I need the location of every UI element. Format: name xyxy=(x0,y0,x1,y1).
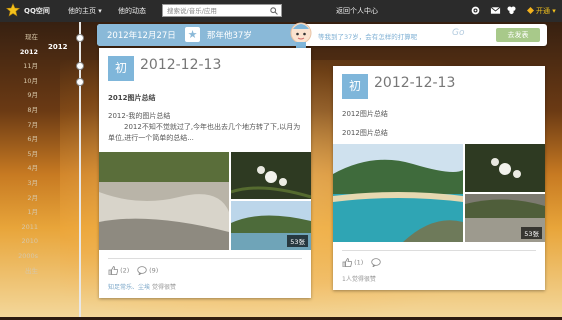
banner-date-block: 2012年12月27日 ★ 那年他37岁 xyxy=(97,24,301,46)
post-button[interactable]: 去发表 xyxy=(496,28,540,42)
baby-mascot-icon xyxy=(290,22,312,49)
banner-go-link[interactable]: Go xyxy=(452,28,464,38)
search-input[interactable]: 搜索说/音乐/应用 xyxy=(162,4,282,17)
timeline-year-item[interactable]: 7月 xyxy=(0,118,38,133)
clover-icon[interactable] xyxy=(506,5,517,16)
banner-date: 2012年12月27日 xyxy=(107,31,176,41)
back-to-personal-center-link[interactable]: 返回个人中心 xyxy=(336,6,378,16)
timeline-year-item[interactable]: 出生 xyxy=(0,264,38,279)
comment-icon xyxy=(371,258,381,268)
banner-wish-text[interactable]: 等我到了37岁，会有怎样的打算呢 xyxy=(318,31,417,41)
timeline-dot xyxy=(76,62,84,70)
likers-suffix: 觉得很赞 xyxy=(151,284,176,291)
avatar[interactable]: 初 xyxy=(342,74,368,99)
timeline-year-item[interactable]: 8月 xyxy=(0,103,38,118)
year-navigator: 现在 2012 11月 10月 9月 8月 7月 6月 5月 4月 3月 2月 1月 2011 2010 20… xyxy=(0,30,38,278)
comment-action[interactable] xyxy=(371,258,381,268)
timeline-current-year: 2012 xyxy=(48,43,68,51)
timeline-year-item[interactable]: 9月 xyxy=(0,88,38,103)
top-nav-bar: QQ空间 他的主页 ▾ 他的动态 搜索说/音乐/应用 返回个人中心 开通 ▾ xyxy=(0,0,562,22)
timeline-post-card: 初 2012-12-13 2012图片总结 2012-我的图片总结 2012不知… xyxy=(99,48,311,298)
likers-text: 知足常乐、尘埃 觉得很赞 xyxy=(108,282,176,291)
photo-count-badge: 53张 xyxy=(521,227,542,239)
like-count: (1) xyxy=(354,258,364,267)
timeline-year-item[interactable]: 2012 xyxy=(0,45,38,60)
timeline-year-item[interactable]: 现在 xyxy=(0,30,38,45)
post-body: 2012不知不觉就过了,今年也出去几个地方转了下,以月为单位,进行一个简单的总结… xyxy=(108,123,301,142)
comment-count: (9) xyxy=(149,266,159,275)
post-title[interactable]: 2012图片总结 xyxy=(342,109,388,119)
qzone-star-icon[interactable] xyxy=(6,3,20,17)
divider xyxy=(108,258,302,259)
birthday-banner: 2012年12月27日 ★ 那年他37岁 等我到了37岁，会有怎样的打算呢 Go… xyxy=(97,22,547,49)
photo-count-badge: 53张 xyxy=(287,235,308,247)
thumb-up-icon xyxy=(342,258,353,268)
post-title[interactable]: 2012图片总结 xyxy=(108,93,155,103)
photo-thumbnail[interactable] xyxy=(333,144,463,242)
timeline-year-item[interactable]: 2010 xyxy=(0,234,38,249)
photo-thumbnail[interactable] xyxy=(465,144,545,192)
timeline-year-item[interactable]: 2月 xyxy=(0,191,38,206)
star-icon: ★ xyxy=(185,27,200,42)
post-date[interactable]: 2012-12-13 xyxy=(140,57,221,73)
comment-icon xyxy=(137,266,147,276)
brand-label[interactable]: QQ空间 xyxy=(24,6,50,16)
like-action[interactable]: (2) xyxy=(108,266,130,276)
like-action[interactable]: (1) xyxy=(342,258,364,268)
search-icon[interactable] xyxy=(270,7,278,15)
timeline-dot xyxy=(76,34,84,42)
timeline-year-item[interactable]: 10月 xyxy=(0,74,38,89)
photo-thumbnail[interactable]: 53张 xyxy=(231,201,311,250)
comment-action[interactable]: (9) xyxy=(137,266,159,276)
timeline-year-item[interactable]: 5月 xyxy=(0,147,38,162)
likers-text: 1人觉得很赞 xyxy=(342,276,376,283)
likers-names[interactable]: 知足常乐、尘埃 xyxy=(108,284,150,291)
timeline-year-item[interactable]: 3月 xyxy=(0,176,38,191)
like-count: (2) xyxy=(120,266,130,275)
gear-icon[interactable] xyxy=(470,5,481,16)
nav-his-home[interactable]: 他的主页 ▾ xyxy=(68,6,102,16)
nav-his-feed[interactable]: 他的动态 xyxy=(118,6,146,16)
thumb-up-icon xyxy=(108,266,119,276)
timeline-year-item[interactable]: 4月 xyxy=(0,161,38,176)
photo-thumbnail[interactable] xyxy=(231,152,311,199)
photo-thumbnail[interactable] xyxy=(99,152,229,250)
post-date[interactable]: 2012-12-13 xyxy=(374,75,455,91)
open-vip-link[interactable]: 开通 ▾ xyxy=(536,6,556,16)
timeline-year-item[interactable]: 6月 xyxy=(0,132,38,147)
divider xyxy=(342,250,536,251)
timeline-dot xyxy=(76,78,84,86)
banner-age: 那年他37岁 xyxy=(207,31,252,41)
mail-icon[interactable] xyxy=(490,5,501,16)
diamond-icon xyxy=(527,7,534,14)
timeline-year-item[interactable]: 2011 xyxy=(0,220,38,235)
timeline-year-item[interactable]: 2000s xyxy=(0,249,38,264)
timeline-post-card: 初 2012-12-13 2012图片总结 2012图片总结 53张 (1) 1… xyxy=(333,66,545,290)
post-subtitle: 2012图片总结 xyxy=(342,129,388,137)
avatar[interactable]: 初 xyxy=(108,56,134,81)
timeline-year-item[interactable]: 11月 xyxy=(0,59,38,74)
post-subtitle: 2012-我的图片总结 xyxy=(108,112,171,120)
photo-thumbnail[interactable]: 53张 xyxy=(465,194,545,242)
timeline-year-item[interactable]: 1月 xyxy=(0,205,38,220)
